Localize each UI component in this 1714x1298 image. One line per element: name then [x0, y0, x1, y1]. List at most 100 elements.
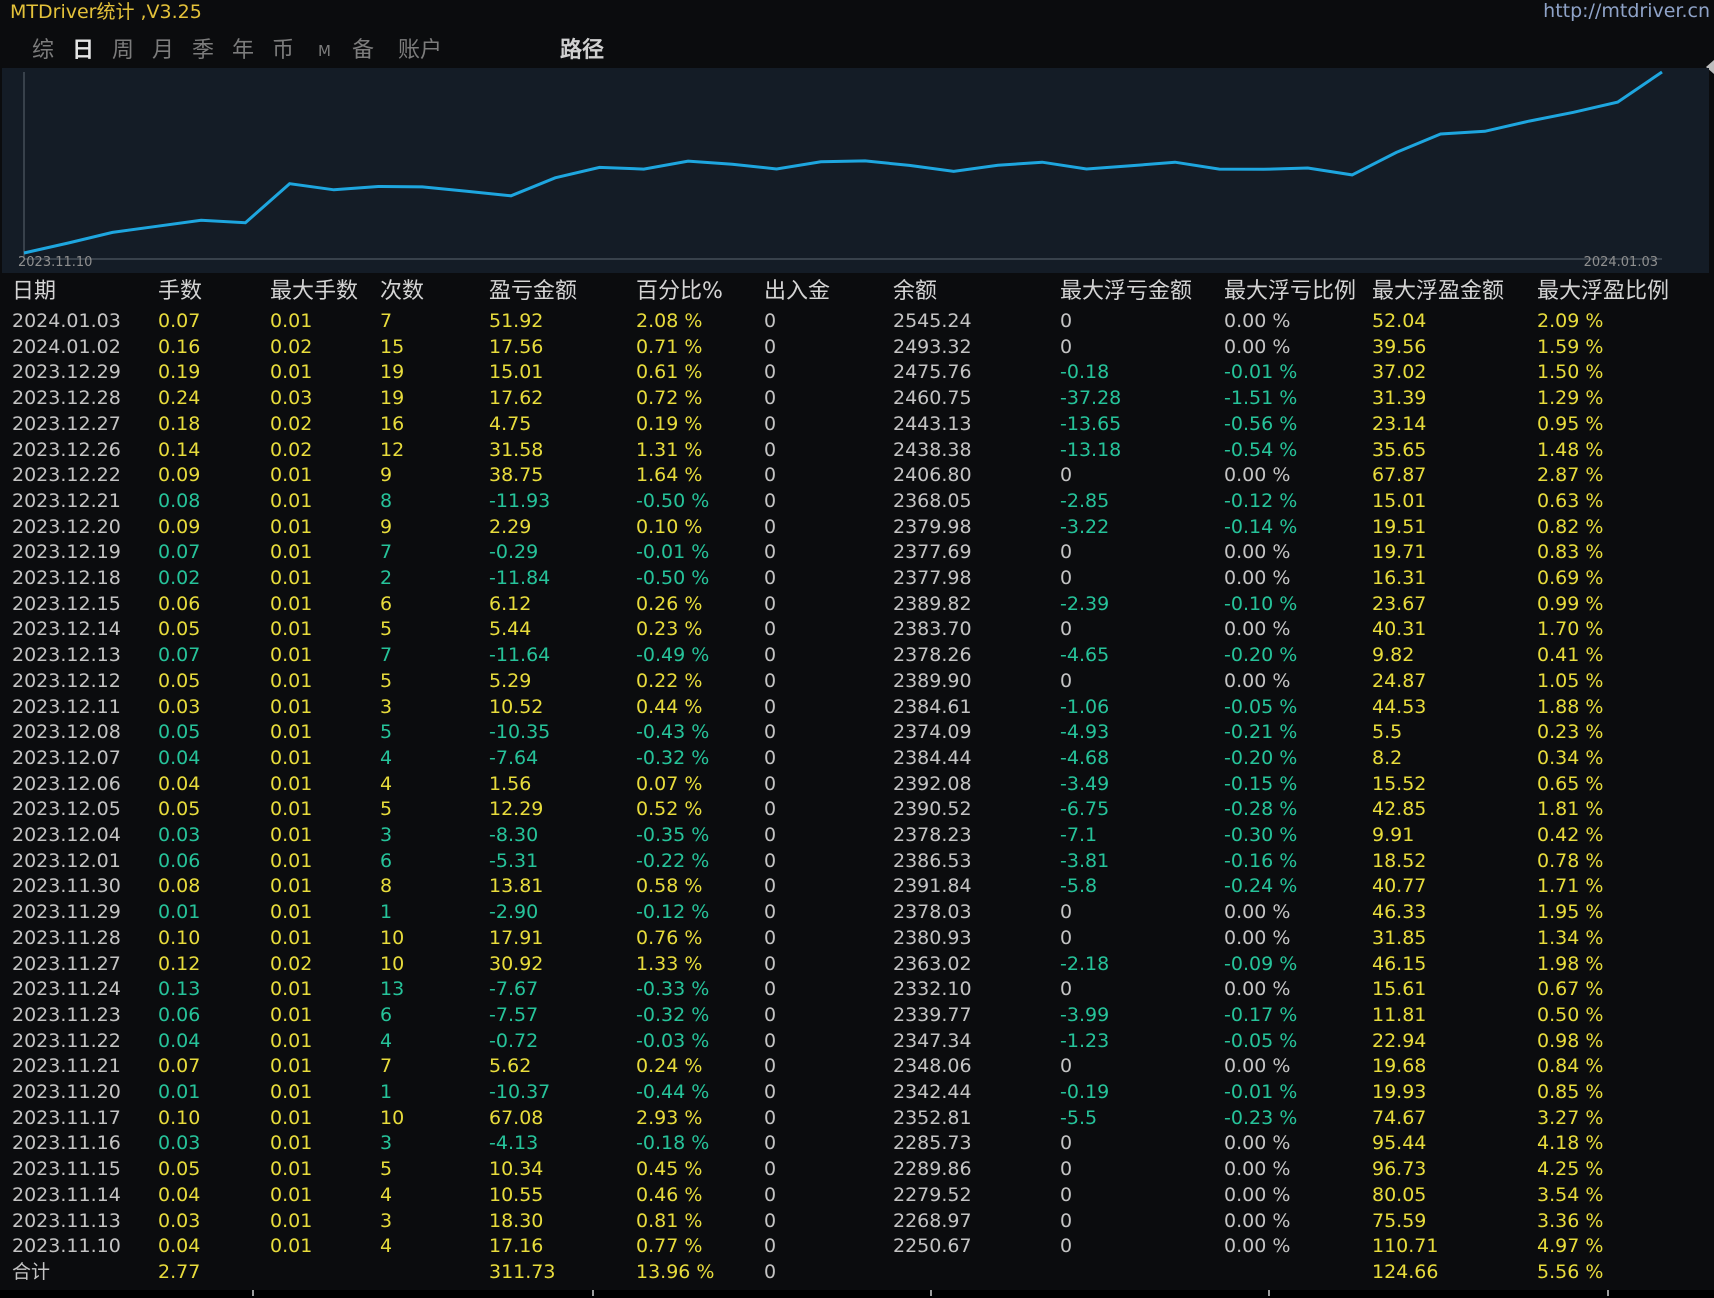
- table-row[interactable]: 2023.11.10 0.04 0.01 4 17.16 0.77 % 0 2250.67 0 0…: [0, 1234, 1714, 1260]
- table-row[interactable]: 2023.11.20 0.01 0.01 1 -10.37 -0.44 % 0 2342.44…: [0, 1080, 1714, 1106]
- cell-pct: 0.44 %: [636, 695, 703, 718]
- cell-max-float-loss-pct: -0.14 %: [1224, 515, 1298, 538]
- tab-quarter[interactable]: 季: [192, 34, 214, 68]
- cell-max-float-profit-pct: 0.82 %: [1537, 515, 1604, 538]
- website-link[interactable]: http://mtdriver.cn: [1543, 0, 1710, 22]
- table-row[interactable]: 2023.12.14 0.05 0.01 5 5.44 0.23 % 0 2383.70 0 0.…: [0, 617, 1714, 643]
- table-row[interactable]: 2023.12.05 0.05 0.01 5 12.29 0.52 % 0 2390.52 -6…: [0, 797, 1714, 823]
- table-row[interactable]: 2023.11.21 0.07 0.01 7 5.62 0.24 % 0 2348.06 0 0.…: [0, 1054, 1714, 1080]
- table-row[interactable]: 2023.12.15 0.06 0.01 6 6.12 0.26 % 0 2389.82 -2.…: [0, 592, 1714, 618]
- table-row[interactable]: 2023.12.29 0.19 0.01 19 15.01 0.61 % 0 2475.76 -…: [0, 360, 1714, 386]
- cell-max-float-profit-pct: 3.27 %: [1537, 1106, 1604, 1129]
- table-row[interactable]: 2023.12.04 0.03 0.01 3 -8.30 -0.35 % 0 2378.23 -…: [0, 823, 1714, 849]
- cell-max-lots: 0.01: [270, 1235, 313, 1258]
- table-row[interactable]: 2023.12.26 0.14 0.02 12 31.58 1.31 % 0 2438.38 -…: [0, 438, 1714, 464]
- table-row[interactable]: 2023.12.18 0.02 0.01 2 -11.84 -0.50 % 0 2377.98…: [0, 566, 1714, 592]
- cell-inout: 0: [764, 464, 777, 487]
- column-header-lots[interactable]: 手数: [158, 277, 202, 307]
- cell-balance: 2347.34: [893, 1029, 972, 1052]
- cell-count: 10: [380, 952, 405, 975]
- cell-max-float-loss: 0: [1060, 1132, 1073, 1155]
- table-row[interactable]: 2023.11.23 0.06 0.01 6 -7.57 -0.32 % 0 2339.77 -…: [0, 1003, 1714, 1029]
- tab-year[interactable]: 年: [232, 34, 254, 68]
- cell-count: 19: [380, 387, 405, 410]
- cell-max-lots: 0.01: [270, 618, 313, 641]
- table-row[interactable]: 2024.01.03 0.07 0.01 7 51.92 2.08 % 0 2545.24 0 0…: [0, 309, 1714, 335]
- tab-month[interactable]: 月: [152, 34, 174, 68]
- total-label: 合计: [12, 1260, 51, 1283]
- column-header-pct[interactable]: 百分比%: [636, 277, 723, 307]
- total-max-float-profit-pct: 5.56 %: [1537, 1260, 1604, 1283]
- cell-max-float-loss-pct: 0.00 %: [1224, 567, 1291, 589]
- table-row[interactable]: 2023.12.22 0.09 0.01 9 38.75 1.64 % 0 2406.80 0 0…: [0, 463, 1714, 489]
- table-row[interactable]: 2023.12.27 0.18 0.02 16 4.75 0.19 % 0 2443.13 -1…: [0, 412, 1714, 438]
- cell-max-lots: 0.01: [270, 721, 313, 744]
- table-row[interactable]: 2023.12.11 0.03 0.01 3 10.52 0.44 % 0 2384.61 -1…: [0, 695, 1714, 721]
- cell-max-lots: 0.01: [270, 926, 313, 949]
- column-header-pnl[interactable]: 盈亏金额: [489, 277, 577, 307]
- cell-lots: 0.04: [158, 746, 201, 769]
- cell-lots: 0.14: [158, 438, 201, 461]
- cell-lots: 0.03: [158, 1132, 201, 1155]
- table-row[interactable]: 2023.12.01 0.06 0.01 6 -5.31 -0.22 % 0 2386.53 -…: [0, 849, 1714, 875]
- tab-path[interactable]: 路径: [560, 34, 604, 68]
- table-row[interactable]: 2023.11.16 0.03 0.01 3 -4.13 -0.18 % 0 2285.73 0…: [0, 1131, 1714, 1157]
- bottom-scrollbar[interactable]: [0, 1290, 1714, 1298]
- table-row[interactable]: 2023.12.06 0.04 0.01 4 1.56 0.07 % 0 2392.08 -3.…: [0, 772, 1714, 798]
- table-row[interactable]: 2023.11.30 0.08 0.01 8 13.81 0.58 % 0 2391.84 -5…: [0, 874, 1714, 900]
- column-header-max-float-loss-pct[interactable]: 最大浮亏比例: [1224, 277, 1356, 307]
- cell-count: 12: [380, 438, 405, 461]
- cell-lots: 0.08: [158, 875, 201, 898]
- table-row[interactable]: 2023.12.12 0.05 0.01 5 5.29 0.22 % 0 2389.90 0 0.…: [0, 669, 1714, 695]
- tab-summary[interactable]: 综: [32, 34, 54, 68]
- cell-max-float-loss-pct: 0.00 %: [1224, 978, 1291, 1001]
- column-header-count[interactable]: 次数: [380, 277, 424, 307]
- table-row[interactable]: 2023.12.13 0.07 0.01 7 -11.64 -0.49 % 0 2378.26…: [0, 643, 1714, 669]
- cell-lots: 0.18: [158, 412, 201, 435]
- table-row[interactable]: 2023.11.27 0.12 0.02 10 30.92 1.33 % 0 2363.02 -…: [0, 952, 1714, 978]
- cell-max-float-profit: 31.39: [1372, 387, 1427, 410]
- table-row[interactable]: 2023.11.22 0.04 0.01 4 -0.72 -0.03 % 0 2347.34 -…: [0, 1029, 1714, 1055]
- cell-lots: 0.07: [158, 644, 201, 667]
- table-row[interactable]: 2023.11.28 0.10 0.01 10 17.91 0.76 % 0 2380.93 0…: [0, 926, 1714, 952]
- cell-pct: 0.07 %: [636, 772, 703, 795]
- cell-inout: 0: [764, 567, 777, 589]
- table-row[interactable]: 2023.12.08 0.05 0.01 5 -10.35 -0.43 % 0 2374.09…: [0, 720, 1714, 746]
- column-header-balance[interactable]: 余额: [893, 277, 937, 307]
- column-header-max-float-profit[interactable]: 最大浮盈金额: [1372, 277, 1504, 307]
- table-row[interactable]: 2023.11.13 0.03 0.01 3 18.30 0.81 % 0 2268.97 0 0…: [0, 1209, 1714, 1235]
- table-row[interactable]: 2023.11.17 0.10 0.01 10 67.08 2.93 % 0 2352.81 -…: [0, 1106, 1714, 1132]
- table-row[interactable]: 2023.11.24 0.13 0.01 13 -7.67 -0.33 % 0 2332.10…: [0, 977, 1714, 1003]
- table-row[interactable]: 2023.12.28 0.24 0.03 19 17.62 0.72 % 0 2460.75 -…: [0, 386, 1714, 412]
- table-row[interactable]: 2023.12.20 0.09 0.01 9 2.29 0.10 % 0 2379.98 -3.…: [0, 515, 1714, 541]
- cell-max-float-loss-pct: 0.00 %: [1224, 1209, 1291, 1232]
- tab-account[interactable]: 账户: [398, 34, 442, 68]
- column-header-max-float-loss[interactable]: 最大浮亏金额: [1060, 277, 1192, 307]
- column-header-date[interactable]: 日期: [12, 277, 56, 307]
- table-row[interactable]: 2023.11.14 0.04 0.01 4 10.55 0.46 % 0 2279.52 0 0…: [0, 1183, 1714, 1209]
- cell-max-float-profit-pct: 1.48 %: [1537, 438, 1604, 461]
- tab-m[interactable]: M: [318, 34, 331, 68]
- table-row[interactable]: 2024.01.02 0.16 0.02 15 17.56 0.71 % 0 2493.32 0…: [0, 335, 1714, 361]
- column-header-inout[interactable]: 出入金: [764, 277, 830, 307]
- cell-max-float-profit-pct: 0.69 %: [1537, 567, 1604, 589]
- table-row[interactable]: 2023.12.19 0.07 0.01 7 -0.29 -0.01 % 0 2377.69 0…: [0, 540, 1714, 566]
- tab-note[interactable]: 备: [352, 34, 374, 68]
- cell-inout: 0: [764, 592, 777, 615]
- cell-balance: 2475.76: [893, 361, 972, 384]
- tab-day[interactable]: 日: [72, 34, 94, 68]
- cell-max-float-loss-pct: 0.00 %: [1224, 1183, 1291, 1206]
- column-header-max-lots[interactable]: 最大手数: [270, 277, 358, 307]
- cell-max-float-loss-pct: -0.30 %: [1224, 824, 1298, 846]
- table-row[interactable]: 2023.11.29 0.01 0.01 1 -2.90 -0.12 % 0 2378.03 0…: [0, 900, 1714, 926]
- cell-max-float-loss-pct: 0.00 %: [1224, 1055, 1291, 1078]
- tab-week[interactable]: 周: [112, 34, 134, 68]
- table-row[interactable]: 2023.12.21 0.08 0.01 8 -11.93 -0.50 % 0 2368.05…: [0, 489, 1714, 515]
- cell-count: 6: [380, 592, 393, 615]
- cell-pnl: 15.01: [489, 361, 544, 384]
- column-header-max-float-profit-pct[interactable]: 最大浮盈比例: [1537, 277, 1669, 307]
- table-row[interactable]: 2023.11.15 0.05 0.01 5 10.34 0.45 % 0 2289.86 0 0…: [0, 1157, 1714, 1183]
- cell-date: 2023.12.21: [12, 489, 121, 512]
- table-row[interactable]: 2023.12.07 0.04 0.01 4 -7.64 -0.32 % 0 2384.44 -…: [0, 746, 1714, 772]
- tab-currency[interactable]: 币: [272, 34, 294, 68]
